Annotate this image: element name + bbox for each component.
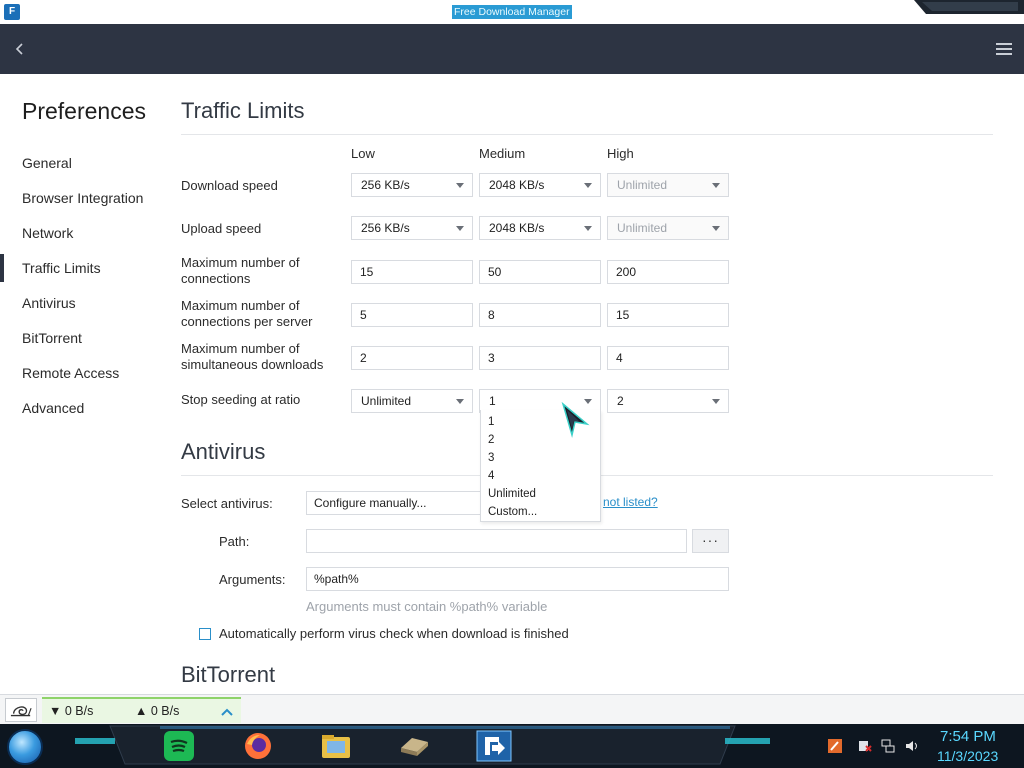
stop-seeding-label: Stop seeding at ratio <box>181 392 301 407</box>
column-high: High <box>607 146 634 161</box>
back-arrow-icon[interactable] <box>10 39 30 59</box>
download-speed-medium-select[interactable]: 2048 KB/s <box>479 173 601 197</box>
select-value: 2 <box>617 394 624 408</box>
seeding-ratio-dropdown-list: 1 2 3 4 Unlimited Custom... <box>480 410 601 522</box>
chevron-down-icon <box>712 183 720 188</box>
window-titlebar: F Free Download Manager <box>0 0 1024 24</box>
select-value: 1 <box>489 394 496 408</box>
clock-time[interactable]: 7:54 PM <box>940 728 996 745</box>
arguments-label: Arguments: <box>219 572 286 587</box>
traffic-limits-heading: Traffic Limits <box>181 98 305 123</box>
chevron-down-icon <box>712 399 720 404</box>
antivirus-path-input[interactable] <box>306 529 687 553</box>
os-taskbar: 7:54 PM 11/3/2023 <box>0 724 1024 768</box>
network-icon[interactable] <box>881 739 895 753</box>
column-low: Low <box>351 146 375 161</box>
max-connections-medium-input[interactable]: 50 <box>479 260 601 284</box>
download-speed-status: ▼ 0 B/s <box>49 704 94 718</box>
firefox-icon[interactable] <box>242 730 274 762</box>
antivirus-not-listed-link[interactable]: not listed? <box>603 495 658 509</box>
hamburger-menu-icon[interactable] <box>994 39 1014 59</box>
antivirus-heading: Antivirus <box>181 439 266 464</box>
fdm-logo-icon: F <box>4 4 20 20</box>
select-value: 2048 KB/s <box>489 221 545 235</box>
chevron-up-icon[interactable] <box>220 706 234 718</box>
dropdown-option[interactable]: Custom... <box>488 503 537 521</box>
dropdown-option[interactable]: 2 <box>488 431 494 449</box>
upload-speed-low-select[interactable]: 256 KB/s <box>351 216 473 240</box>
antivirus-select[interactable]: Configure manually... <box>306 491 482 515</box>
upload-speed-status: ▲ 0 B/s <box>135 704 180 718</box>
volume-icon[interactable] <box>905 739 919 753</box>
select-value: Unlimited <box>617 221 668 235</box>
auto-virus-check-label[interactable]: Automatically perform virus check when d… <box>219 626 569 641</box>
chevron-down-icon <box>712 226 720 231</box>
upload-speed-label: Upload speed <box>181 221 262 236</box>
antivirus-arguments-input[interactable]: %path% <box>306 567 729 591</box>
download-speed-label: Download speed <box>181 178 278 193</box>
max-connections-low-input[interactable]: 15 <box>351 260 473 284</box>
spotify-icon[interactable] <box>163 730 195 762</box>
no-network-icon[interactable] <box>858 739 872 753</box>
simultaneous-low-input[interactable]: 2 <box>351 346 473 370</box>
dropdown-option[interactable]: 3 <box>488 449 494 467</box>
start-button[interactable] <box>7 729 43 765</box>
select-value: Unlimited <box>617 178 668 192</box>
fdm-icon[interactable] <box>476 730 512 762</box>
simultaneous-high-input[interactable]: 4 <box>607 346 729 370</box>
seeding-low-select[interactable]: Unlimited <box>351 389 473 413</box>
max-simultaneous-downloads-label: Maximum number of simultaneous downloads <box>181 341 324 372</box>
simultaneous-medium-input[interactable]: 3 <box>479 346 601 370</box>
column-medium: Medium <box>479 146 526 161</box>
chevron-down-icon <box>584 226 592 231</box>
clock-date[interactable]: 11/3/2023 <box>937 748 998 764</box>
per-server-low-input[interactable]: 5 <box>351 303 473 327</box>
select-value: 2048 KB/s <box>489 178 545 192</box>
chevron-down-icon <box>456 183 464 188</box>
drive-icon[interactable] <box>398 730 430 762</box>
auto-virus-check-checkbox[interactable] <box>199 628 211 640</box>
path-label: Path: <box>219 534 250 549</box>
dropdown-option[interactable]: 1 <box>488 413 494 431</box>
chevron-down-icon <box>456 226 464 231</box>
select-value: 256 KB/s <box>361 178 410 192</box>
browse-path-button[interactable]: ··· <box>692 529 729 553</box>
max-connections-label: Maximum number of connections <box>181 255 300 286</box>
speed-indicator: ▼ 0 B/s ▲ 0 B/s <box>42 697 241 723</box>
window-title: Free Download Manager <box>452 5 572 19</box>
download-speed-high-select[interactable]: Unlimited <box>607 173 729 197</box>
dropdown-option[interactable]: Unlimited <box>488 485 536 503</box>
max-connections-high-input[interactable]: 200 <box>607 260 729 284</box>
max-connections-per-server-label: Maximum number of connections per server <box>181 298 313 329</box>
download-speed-low-select[interactable]: 256 KB/s <box>351 173 473 197</box>
app-header <box>0 24 1024 74</box>
file-manager-icon[interactable] <box>320 730 352 762</box>
fdm-tray-icon[interactable] <box>828 739 842 753</box>
titlebar-decoration <box>914 0 1024 14</box>
chevron-down-icon <box>584 399 592 404</box>
arguments-hint: Arguments must contain %path% variable <box>306 599 548 614</box>
upload-speed-medium-select[interactable]: 2048 KB/s <box>479 216 601 240</box>
upload-speed-high-select[interactable]: Unlimited <box>607 216 729 240</box>
select-value: 256 KB/s <box>361 221 410 235</box>
dropdown-option[interactable]: 4 <box>488 467 494 485</box>
section-divider <box>181 134 993 135</box>
bittorrent-heading: BitTorrent <box>181 662 276 687</box>
snail-mode-icon[interactable] <box>5 698 37 722</box>
chevron-down-icon <box>584 183 592 188</box>
per-server-medium-input[interactable]: 8 <box>479 303 601 327</box>
seeding-high-select[interactable]: 2 <box>607 389 729 413</box>
status-bar: ▼ 0 B/s ▲ 0 B/s <box>0 694 1024 724</box>
per-server-high-input[interactable]: 15 <box>607 303 729 327</box>
select-value: Unlimited <box>361 394 412 408</box>
chevron-down-icon <box>456 399 464 404</box>
